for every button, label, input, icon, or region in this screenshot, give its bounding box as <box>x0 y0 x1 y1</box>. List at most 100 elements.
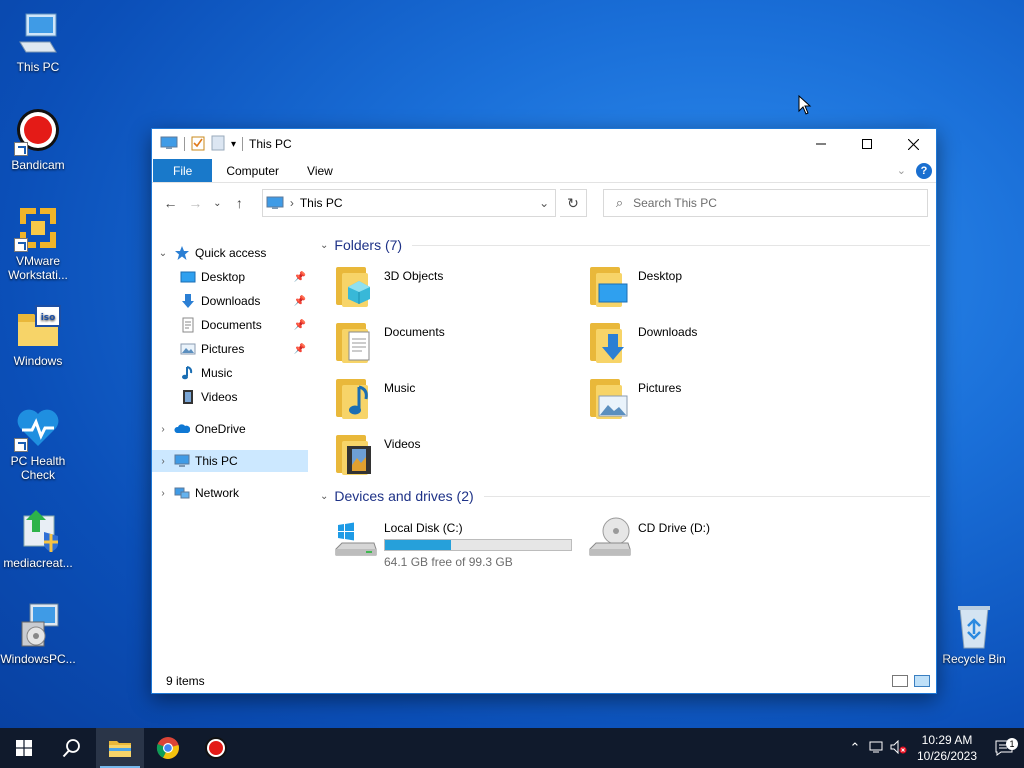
pin-icon: 📌 <box>293 295 306 307</box>
expand-chevron-icon[interactable]: › <box>156 488 170 499</box>
tab-view[interactable]: View <box>293 159 347 182</box>
title-bar[interactable]: ▾ This PC <box>152 129 936 159</box>
nav-item-downloads[interactable]: Downloads 📌 <box>152 290 308 312</box>
folder-name: Downloads <box>638 325 698 339</box>
folder-tile-desktop[interactable]: Desktop <box>588 263 838 315</box>
nav-item-videos[interactable]: Videos <box>152 386 308 408</box>
search-icon: ⌕ <box>615 195 624 210</box>
tab-file[interactable]: File <box>153 159 213 182</box>
taskbar-chrome[interactable] <box>144 728 192 768</box>
maximize-button[interactable] <box>844 129 890 159</box>
windows-drive-icon <box>334 515 377 561</box>
close-button[interactable] <box>890 129 936 159</box>
desktop-icon-vmware[interactable]: VMware Workstati... <box>0 204 76 282</box>
shortcut-arrow-icon <box>14 142 28 156</box>
group-header-folders[interactable]: ⌄ Folders (7) <box>320 235 930 255</box>
desktop-icon-pc-health-check[interactable]: PC Health Check <box>0 404 76 482</box>
folder-tile-music[interactable]: Music <box>334 375 584 427</box>
back-button[interactable]: ← <box>160 195 181 211</box>
new-folder-icon[interactable] <box>211 135 225 154</box>
forward-button[interactable]: → <box>185 195 206 211</box>
search-button[interactable] <box>48 728 96 768</box>
collapse-chevron-icon[interactable]: ⌄ <box>320 240 328 251</box>
group-divider <box>483 495 930 497</box>
pictures-icon <box>180 341 196 357</box>
folder-tile-pictures[interactable]: Pictures <box>588 375 838 427</box>
nav-this-pc[interactable]: › This PC <box>152 450 308 472</box>
refresh-icon: ↻ <box>567 194 579 211</box>
desktop-icon-bandicam[interactable]: Bandicam <box>0 108 76 172</box>
start-button[interactable] <box>0 728 48 768</box>
desktop-icon-label: Recycle Bin <box>942 652 1006 666</box>
notification-count-badge: 1 <box>1006 738 1018 750</box>
refresh-button[interactable]: ↻ <box>560 189 587 217</box>
nav-item-desktop[interactable]: Desktop 📌 <box>152 266 308 288</box>
shortcut-arrow-icon <box>14 438 28 452</box>
tab-computer[interactable]: Computer <box>212 159 293 182</box>
customize-toolbar-dropdown-icon[interactable]: ▾ <box>231 139 236 150</box>
expand-chevron-icon[interactable]: › <box>156 456 170 467</box>
clock-time: 10:29 AM <box>921 733 973 747</box>
action-center-button[interactable]: 1 <box>984 738 1024 756</box>
folder-name: Music <box>384 381 416 395</box>
folder-tile-videos[interactable]: Videos <box>334 431 584 483</box>
details-view-icon[interactable] <box>892 675 908 687</box>
shortcut-arrow-icon <box>14 238 28 252</box>
folder-tile-documents[interactable]: Documents <box>334 319 584 371</box>
folder-desktop-icon <box>588 263 630 309</box>
nav-label: Pictures <box>201 342 245 356</box>
nav-quick-access[interactable]: ⌄ Quick access <box>152 242 308 264</box>
pin-icon: 📌 <box>293 343 306 355</box>
expand-chevron-icon[interactable]: › <box>156 424 170 435</box>
minimize-button[interactable] <box>798 129 844 159</box>
drive-tile-local-disk-c[interactable]: Local Disk (C:) 64.1 GB free of 99.3 GB <box>334 515 584 569</box>
content-pane: ⌄ Folders (7) 3D Objects Desktop Documen… <box>316 233 936 673</box>
desktop-icon <box>180 269 196 285</box>
drive-name: Local Disk (C:) <box>384 521 463 535</box>
network-icon <box>174 485 190 501</box>
nav-item-pictures[interactable]: Pictures 📌 <box>152 338 308 360</box>
nav-item-music[interactable]: Music <box>152 362 308 384</box>
folder-videos-icon <box>334 431 376 477</box>
expand-ribbon-chevron-icon[interactable]: ⌄ <box>897 164 906 177</box>
show-hidden-icons-chevron-icon[interactable]: ⌃ <box>844 740 866 756</box>
address-bar[interactable]: › This PC ⌄ <box>261 189 557 217</box>
address-dropdown-icon[interactable]: ⌄ <box>533 196 555 210</box>
recent-locations-dropdown-icon[interactable]: ⌄ <box>210 198 225 209</box>
taskbar-bandicam[interactable] <box>192 728 240 768</box>
nav-label: Documents <box>201 318 262 332</box>
file-explorer-window[interactable]: ▾ This PC File Computer View ⌄ ? ← → ⌄ ↑ <box>151 128 937 694</box>
volume-muted-icon[interactable] <box>888 739 910 757</box>
chrome-icon <box>156 737 179 759</box>
large-icons-view-icon[interactable] <box>914 675 930 687</box>
desktop-icon-recycle-bin[interactable]: Recycle Bin <box>936 602 1012 666</box>
bandicam-icon <box>14 108 62 156</box>
folder-name: 3D Objects <box>384 269 444 283</box>
breadcrumb-chevron-icon[interactable]: › <box>290 196 294 210</box>
breadcrumb-this-pc[interactable]: This PC <box>300 196 343 210</box>
folder-name: Desktop <box>638 269 683 283</box>
desktop-icon-mediacreation[interactable]: mediacreat... <box>0 506 76 570</box>
help-icon[interactable]: ? <box>916 162 932 179</box>
folder-downloads-icon <box>588 319 630 365</box>
folder-tile-3d-objects[interactable]: 3D Objects <box>334 263 584 315</box>
properties-icon[interactable] <box>191 135 205 154</box>
collapse-chevron-icon[interactable]: ⌄ <box>156 248 170 259</box>
folder-tile-downloads[interactable]: Downloads <box>588 319 838 371</box>
nav-onedrive[interactable]: › OneDrive <box>152 418 308 440</box>
computer-icon <box>160 136 178 153</box>
network-status-icon[interactable] <box>866 740 888 757</box>
group-title: Devices and drives (2) <box>334 488 474 504</box>
desktop-icon-windowspc[interactable]: WindowsPC... <box>0 602 76 666</box>
desktop-icon-windows-iso[interactable]: iso Windows <box>0 304 76 368</box>
taskbar-file-explorer[interactable] <box>96 728 144 768</box>
group-header-devices[interactable]: ⌄ Devices and drives (2) <box>320 486 930 506</box>
search-input[interactable]: ⌕ Search This PC <box>602 189 929 217</box>
up-button[interactable]: ↑ <box>229 195 250 211</box>
desktop-icon-this-pc[interactable]: This PC <box>0 10 76 74</box>
clock[interactable]: 10:29 AM 10/26/2023 <box>910 732 984 764</box>
drive-tile-cd-drive-d[interactable]: CD Drive (D:) <box>588 515 838 567</box>
nav-network[interactable]: › Network <box>152 482 308 504</box>
nav-item-documents[interactable]: Documents 📌 <box>152 314 308 336</box>
collapse-chevron-icon[interactable]: ⌄ <box>320 491 328 502</box>
